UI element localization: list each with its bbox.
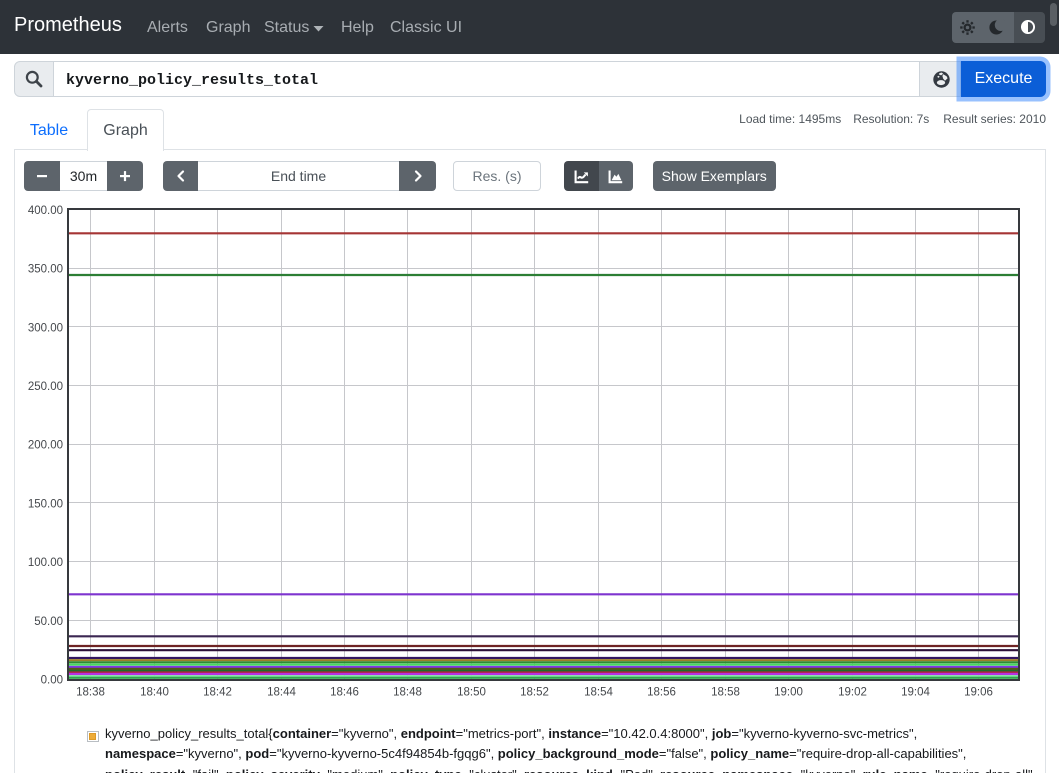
svg-text:50.00: 50.00 <box>34 616 63 628</box>
svg-text:19:06: 19:06 <box>964 687 993 699</box>
svg-text:150.00: 150.00 <box>28 498 63 510</box>
svg-text:18:38: 18:38 <box>76 687 105 699</box>
svg-text:18:52: 18:52 <box>520 687 549 699</box>
svg-text:18:40: 18:40 <box>140 687 169 699</box>
svg-text:18:58: 18:58 <box>711 687 740 699</box>
svg-text:18:48: 18:48 <box>393 687 422 699</box>
svg-text:19:00: 19:00 <box>774 687 803 699</box>
svg-text:18:50: 18:50 <box>457 687 486 699</box>
svg-text:0.00: 0.00 <box>41 675 63 687</box>
svg-text:19:04: 19:04 <box>901 687 930 699</box>
svg-text:19:02: 19:02 <box>838 687 867 699</box>
svg-text:18:42: 18:42 <box>203 687 232 699</box>
svg-text:300.00: 300.00 <box>28 322 63 334</box>
svg-text:400.00: 400.00 <box>28 205 63 217</box>
svg-text:200.00: 200.00 <box>28 440 63 452</box>
svg-text:100.00: 100.00 <box>28 557 63 569</box>
svg-text:350.00: 350.00 <box>28 264 63 276</box>
svg-text:18:54: 18:54 <box>584 687 613 699</box>
svg-text:250.00: 250.00 <box>28 381 63 393</box>
svg-text:18:44: 18:44 <box>267 687 296 699</box>
svg-text:18:46: 18:46 <box>330 687 359 699</box>
svg-text:18:56: 18:56 <box>647 687 676 699</box>
